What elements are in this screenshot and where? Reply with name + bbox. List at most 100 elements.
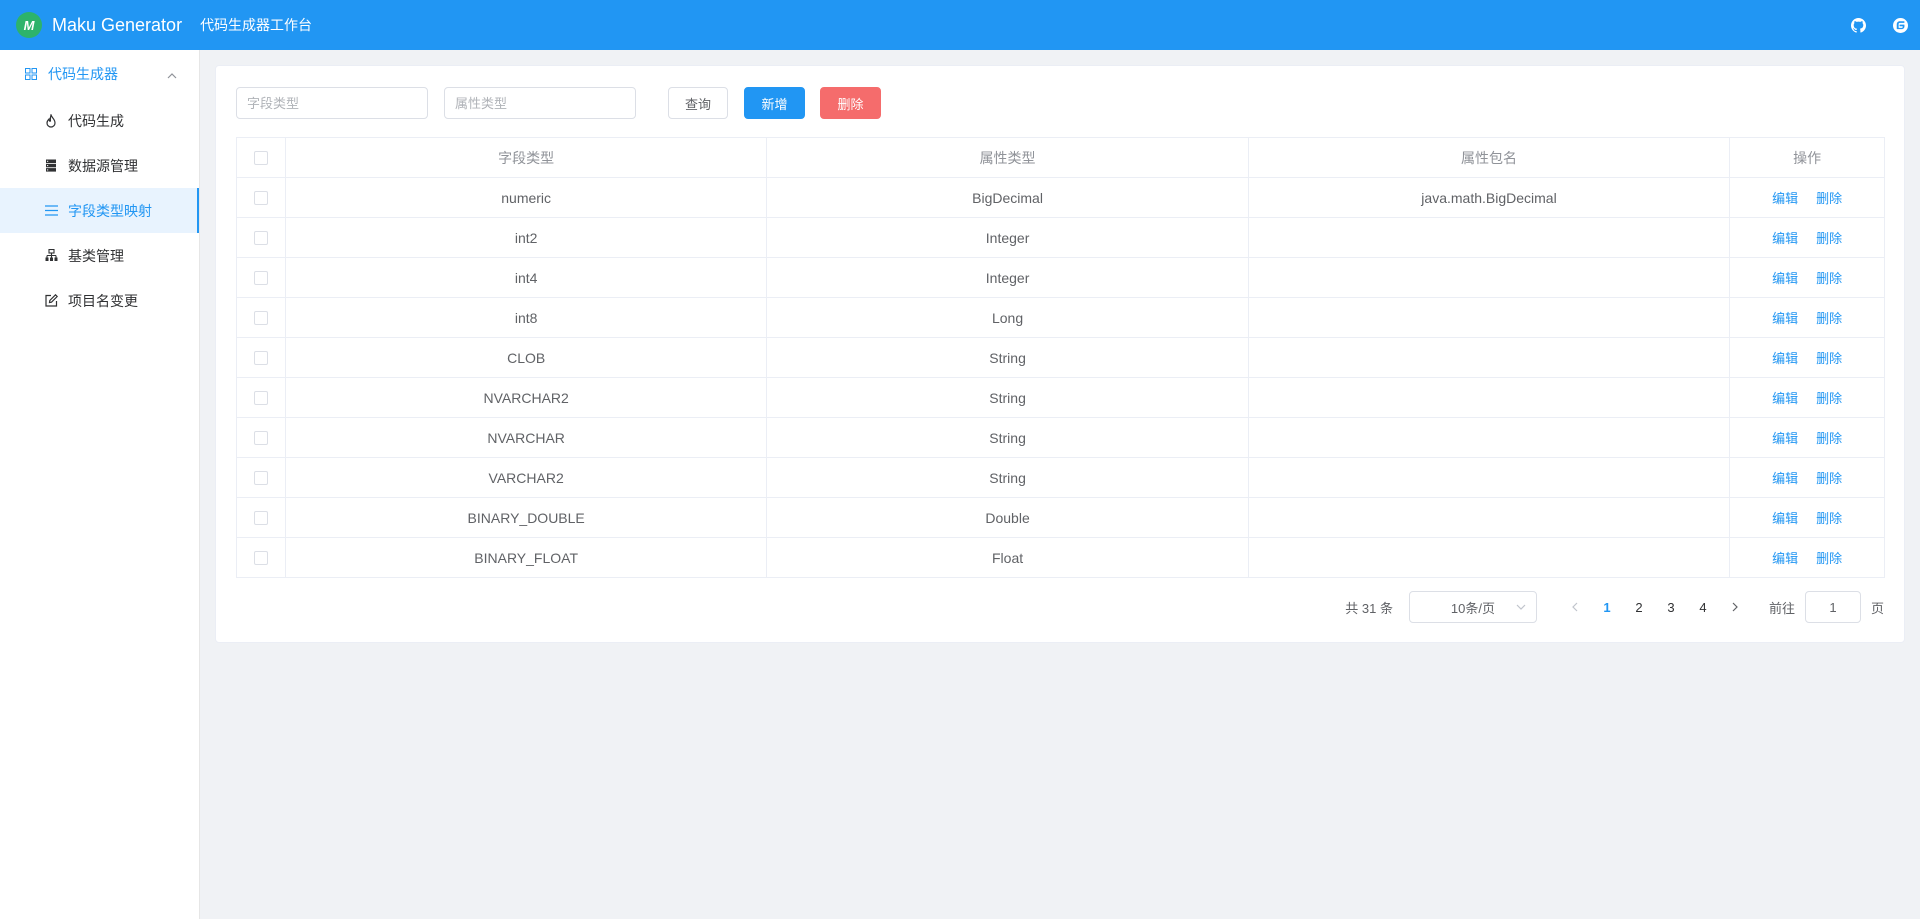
sidebar-item-code-gen[interactable]: 代码生成 [0,98,199,143]
select-all-checkbox[interactable] [253,150,268,165]
edit-link[interactable]: 编辑 [1772,508,1798,527]
header-package-name: 属性包名 [1249,138,1731,177]
cell-column-type: int8 [286,298,768,337]
header-operations: 操作 [1793,149,1822,166]
edit-link[interactable]: 编辑 [1772,468,1798,487]
sidebar-item-label: 代码生成 [68,112,124,129]
attr-type-search-input[interactable] [444,87,636,119]
gitee-icon[interactable] [1892,17,1908,33]
cell-column-type: BINARY_FLOAT [286,538,768,577]
cell-operations: 编辑 删除 [1730,498,1884,537]
cell-package-name [1249,418,1731,457]
row-checkbox-cell [237,378,286,417]
row-checkbox[interactable] [253,550,268,565]
page-number[interactable]: 3 [1655,591,1687,623]
cell-attr-type: Long [767,298,1249,337]
row-checkbox[interactable] [253,470,268,485]
edit-link[interactable]: 编辑 [1772,308,1798,327]
row-checkbox-cell [237,298,286,337]
table-row: NVARCHAR2 String 编辑 删除 [237,378,1884,418]
sidebar-item-datasource[interactable]: 数据源管理 [0,143,199,188]
header-actions [1850,17,1908,33]
edit-link[interactable]: 编辑 [1772,268,1798,287]
table-row: numeric BigDecimal java.math.BigDecimal 编辑删… [237,178,1884,218]
table-row: int8 Long 编辑 删除 [237,298,1884,338]
cell-operations: 编辑 删除 [1730,538,1884,577]
row-checkbox[interactable] [253,430,268,445]
table-row: BINARY_DOUBLE Double 编辑 删除 [237,498,1884,538]
app-logo[interactable]: M [16,12,42,38]
delete-link[interactable]: 删除 [1816,188,1842,207]
page-number[interactable]: 2 [1623,591,1655,623]
delete-link[interactable]: 删除 [1816,348,1842,367]
total-count: 共 31 条 [1345,600,1393,616]
row-checkbox[interactable] [253,350,268,365]
delete-link[interactable]: 删除 [1816,508,1842,527]
cell-column-type: NVARCHAR2 [286,378,768,417]
row-checkbox-cell [237,178,286,217]
cell-operations: 编辑 删除 [1730,218,1884,257]
delete-link[interactable]: 删除 [1816,548,1842,567]
table-row: int4 Integer 编辑 删除 [237,258,1884,298]
edit-link[interactable]: 编辑 [1772,188,1798,207]
page-number[interactable]: 1 [1591,591,1623,623]
goto-label: 前往 [1768,600,1795,616]
cell-package-name [1249,498,1731,537]
delete-link[interactable]: 删除 [1816,268,1842,287]
edit-link[interactable]: 编辑 [1772,428,1798,447]
table-row: CLOB String 编辑 删除 [237,338,1884,378]
cell-attr-type: Float [767,538,1249,577]
menu-group-code-generator[interactable]: 代码生成器 [0,50,199,98]
sidebar: 代码生成器 代码生成 数据源管理 字段类型映射 基类管理 项目名变更 [0,50,200,919]
delete-link[interactable]: 删除 [1816,468,1842,487]
column-type-search-input[interactable] [236,87,428,119]
flame-icon [44,113,58,128]
row-checkbox[interactable] [253,390,268,405]
delete-link[interactable]: 删除 [1816,428,1842,447]
hierarchy-icon [44,249,58,263]
sidebar-item-label: 数据源管理 [68,157,138,174]
next-page-button[interactable] [1719,591,1751,623]
row-checkbox[interactable] [253,270,268,285]
cell-column-type: NVARCHAR [286,418,768,457]
batch-delete-button[interactable]: 删除 [820,87,881,119]
pagination: 共 31 条 10条/页 1 2 3 4 前往 页 [1345,591,1884,623]
query-button[interactable]: 查询 [668,87,728,119]
delete-link[interactable]: 删除 [1816,308,1842,327]
cell-attr-type: Integer [767,258,1249,297]
sidebar-item-field-type-mapping[interactable]: 字段类型映射 [0,188,199,233]
page-size-select[interactable]: 10条/页 [1408,591,1537,623]
github-icon[interactable] [1850,17,1866,33]
grid-icon [24,67,38,81]
app-title: Maku Generator [52,14,183,35]
prev-page-button[interactable] [1559,591,1591,623]
row-checkbox[interactable] [253,310,268,325]
goto-suffix: 页 [1870,600,1884,616]
row-checkbox[interactable] [253,230,268,245]
cell-column-type: CLOB [286,338,768,377]
delete-link[interactable]: 删除 [1816,228,1842,247]
cell-package-name [1249,538,1731,577]
add-button[interactable]: 新增 [744,87,805,119]
table-row: BINARY_FLOAT Float 编辑 删除 [237,538,1884,578]
edit-link[interactable]: 编辑 [1772,228,1798,247]
edit-link[interactable]: 编辑 [1772,348,1798,367]
cell-operations: 编辑 删除 [1730,258,1884,297]
sidebar-item-project-rename[interactable]: 项目名变更 [0,278,199,323]
table-row: VARCHAR2 String 编辑 删除 [237,458,1884,498]
sidebar-item-base-class[interactable]: 基类管理 [0,233,199,278]
row-checkbox-cell [237,498,286,537]
edit-link[interactable]: 编辑 [1772,548,1798,567]
database-icon [44,159,58,173]
cell-attr-type: Double [767,498,1249,537]
cell-package-name: java.math.BigDecimal [1249,178,1731,217]
goto-page-input[interactable] [1804,591,1861,623]
row-checkbox[interactable] [253,510,268,525]
cell-operations: 编辑 删除 [1730,418,1884,457]
row-checkbox[interactable] [253,190,268,205]
page-number[interactable]: 4 [1687,591,1719,623]
edit-link[interactable]: 编辑 [1772,388,1798,407]
delete-link[interactable]: 删除 [1816,388,1842,407]
cell-operations: 编辑 删除 [1730,458,1884,497]
cell-column-type: BINARY_DOUBLE [286,498,768,537]
